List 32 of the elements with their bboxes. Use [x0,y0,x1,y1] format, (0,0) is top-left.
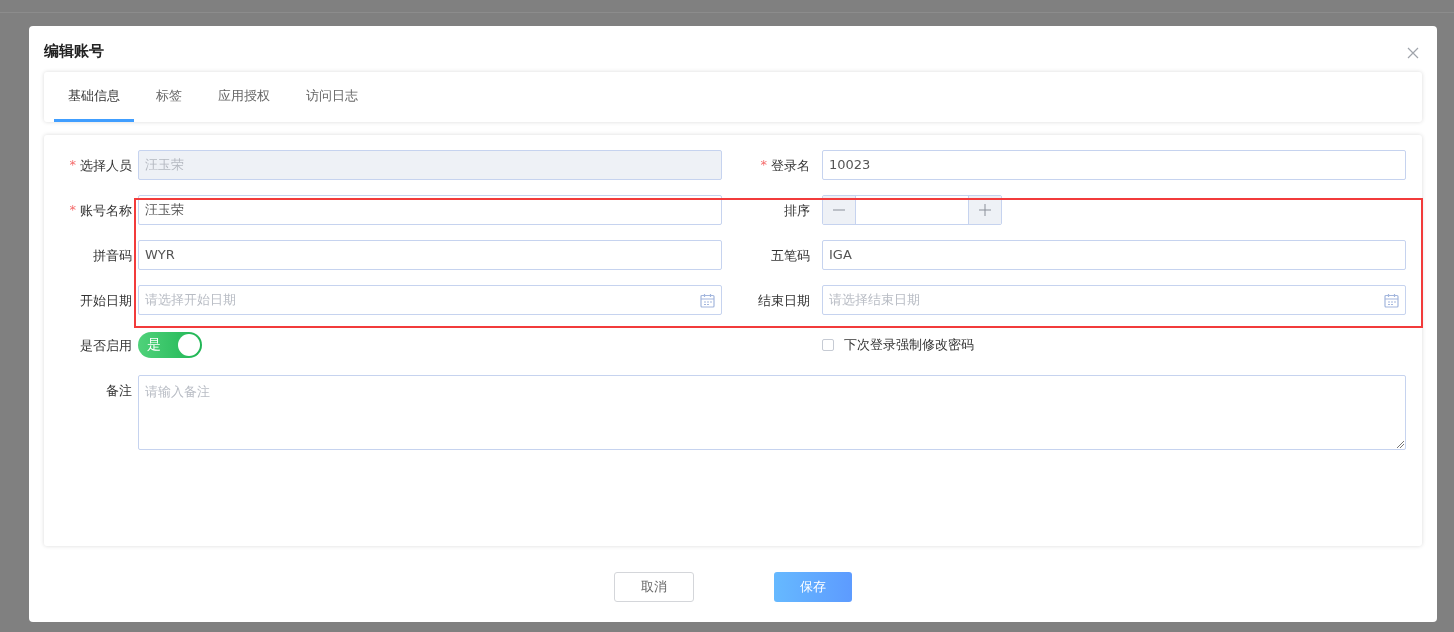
tab[interactable]: 应用授权 [204,72,284,122]
field-label: 结束日期 [758,292,810,310]
checkbox[interactable] [822,339,834,351]
plus-icon[interactable] [969,196,1001,224]
field-label: 排序 [784,202,810,220]
number-stepper[interactable] [822,195,1002,225]
dialog-title: 编辑账号 [44,41,104,61]
input-field[interactable]: 汪玉荣 [138,195,722,225]
field-label: 账号名称 [80,202,132,220]
calendar-icon [700,292,715,308]
tab[interactable]: 基础信息 [54,72,134,122]
field-label: 选择人员 [80,157,132,175]
input-field[interactable]: IGA [822,240,1406,270]
close-icon[interactable] [1407,47,1419,59]
tab[interactable]: 标签 [142,72,196,122]
field-label: 备注 [106,382,132,400]
checkbox-label[interactable]: 下次登录强制修改密码 [844,336,974,354]
cancel-button[interactable]: 取消 [614,572,694,602]
field-label: 拼音码 [93,247,132,265]
required-mark: * [69,157,76,172]
input-field[interactable]: WYR [138,240,722,270]
field-label: 是否启用 [80,337,132,355]
resize-handle-icon[interactable] [1397,441,1404,448]
required-mark: * [69,202,76,217]
field-label: 开始日期 [80,292,132,310]
input-field[interactable]: 10023 [822,150,1406,180]
calendar-icon [1384,292,1399,308]
minus-icon[interactable] [823,196,855,224]
field-label: 登录名 [771,157,810,175]
tab[interactable]: 访问日志 [292,72,372,122]
field-label: 五笔码 [771,247,810,265]
required-mark: * [760,157,767,172]
